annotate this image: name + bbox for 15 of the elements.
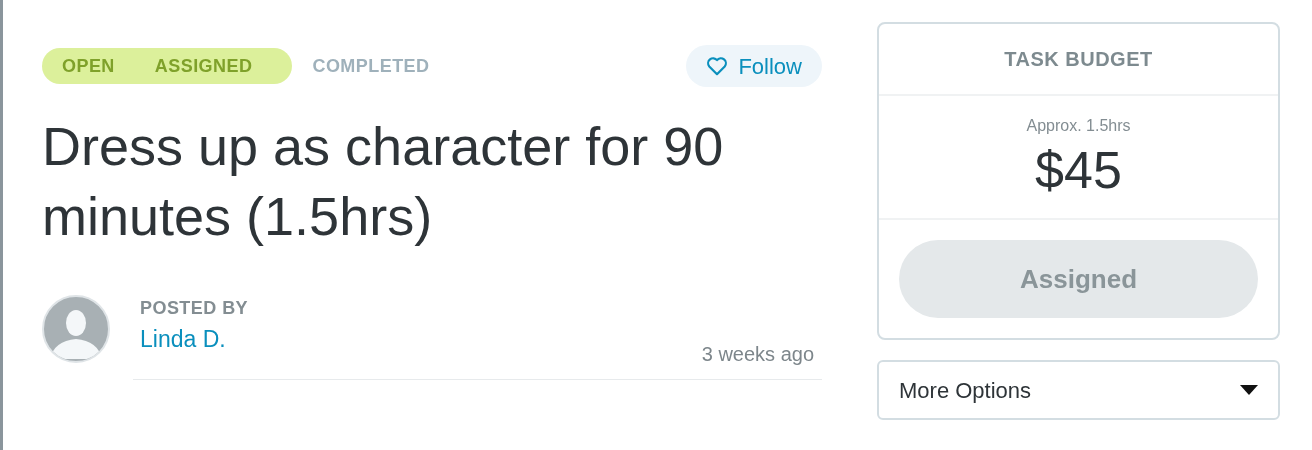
poster-name-link[interactable]: Linda D. bbox=[140, 322, 226, 357]
task-title: Dress up as character for 90 minutes (1.5hrs) bbox=[42, 115, 725, 248]
posted-by-label: POSTED BY bbox=[140, 297, 250, 320]
caret-icon bbox=[1240, 385, 1258, 395]
posted-time: 3 weeks ago bbox=[701, 341, 814, 367]
more-options-dropdown[interactable]: More Options bbox=[877, 360, 1280, 420]
status-step: COMPLETED bbox=[292, 52, 430, 80]
status-step: OPEN bbox=[42, 52, 135, 80]
heart-icon bbox=[706, 56, 729, 76]
status-step: ASSIGNED bbox=[134, 52, 273, 80]
estimate-text: Approx. 1.5hrs bbox=[1026, 116, 1131, 136]
budget-amount: $45 bbox=[1035, 140, 1122, 201]
budget-heading: TASK BUDGET bbox=[879, 24, 1278, 96]
avatar-icon bbox=[42, 295, 110, 363]
follow-button[interactable]: Follow bbox=[686, 45, 822, 87]
